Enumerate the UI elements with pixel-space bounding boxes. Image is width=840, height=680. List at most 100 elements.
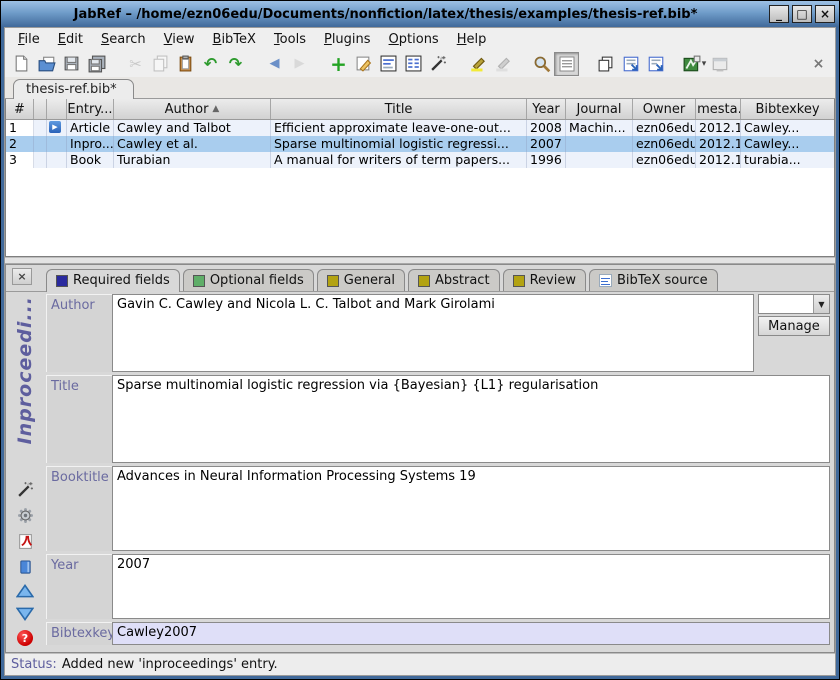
open-database-icon [38, 55, 56, 73]
manage-button[interactable]: Manage [758, 316, 830, 336]
table-row-3[interactable]: 3 Book Turabian A manual for writers of … [6, 152, 834, 168]
undo-button[interactable]: ↶ [198, 52, 223, 76]
push-to-application-icon [711, 55, 729, 73]
edit-preamble-button[interactable] [376, 52, 401, 76]
push-dropdown-icon: ▾ [702, 59, 707, 69]
duplicate-check-button[interactable] [593, 52, 618, 76]
minimize-button[interactable]: _ [769, 5, 789, 23]
open-linked-file-icon[interactable] [18, 559, 33, 575]
title-bar[interactable]: JabRef – /home/ezn06edu/Documents/nonfic… [1, 1, 839, 27]
column-header-timestamp[interactable]: Timesta... [696, 99, 741, 119]
menu-help[interactable]: Help [448, 30, 496, 49]
title-field-label: Title [46, 375, 112, 463]
table-empty-area [6, 168, 834, 256]
entry-editor: × Required fields Optional fields Genera… [5, 264, 835, 653]
open-url-button[interactable] [643, 52, 668, 76]
close-button[interactable]: × [815, 5, 835, 23]
tab-review[interactable]: Review [503, 269, 586, 291]
row2-year: 2007 [527, 136, 566, 152]
help-button[interactable]: ? [17, 630, 33, 646]
booktitle-field-input[interactable]: Advances in Neural Information Processin… [112, 466, 830, 552]
name-format-combobox[interactable]: ▼ [758, 294, 830, 314]
menu-edit[interactable]: Edit [49, 30, 92, 49]
row1-bibtexkey: Cawley... [741, 120, 834, 136]
maximize-button[interactable]: □ [792, 5, 812, 23]
column-header-bibtexkey[interactable]: Bibtexkey [741, 99, 834, 119]
tab-required-fields[interactable]: Required fields [46, 269, 180, 292]
toggle-preview-button[interactable] [554, 52, 579, 76]
row1-entrytype: Article [67, 120, 114, 136]
url-icon[interactable]: ▶ [49, 121, 61, 133]
redo-icon: ↷ [229, 56, 242, 72]
toolbar: ✂ ↶ ↷ ◀ ▶ + [5, 50, 835, 77]
tab-optional-fields[interactable]: Optional fields [183, 269, 314, 291]
year-field-input[interactable]: 2007 [112, 554, 830, 618]
bibtex-source-icon [599, 274, 612, 287]
row1-owner: ezn06edu [633, 120, 696, 136]
previous-entry-icon[interactable] [16, 584, 34, 598]
title-field-input[interactable]: Sparse multinomial logistic regression v… [112, 375, 830, 463]
next-entry-icon[interactable] [16, 607, 34, 621]
column-header-title[interactable]: Title [271, 99, 527, 119]
unmark-entries-button[interactable] [490, 52, 515, 76]
row3-ranking-cell [34, 152, 47, 168]
push-to-application-button[interactable] [707, 52, 732, 76]
tab-thesis-ref[interactable]: thesis-ref.bib* [13, 79, 134, 99]
review-tab-icon [513, 275, 525, 287]
toolbar-close-button[interactable]: × [806, 52, 831, 76]
year-field-label: Year [46, 554, 112, 618]
open-database-button[interactable] [34, 52, 59, 76]
menu-bibtex[interactable]: BibTeX [204, 30, 265, 49]
author-field-input[interactable]: Gavin C. Cawley and Nicola L. C. Talbot … [112, 294, 754, 372]
forward-button[interactable]: ▶ [287, 52, 312, 76]
paste-button[interactable] [173, 52, 198, 76]
back-button[interactable]: ◀ [262, 52, 287, 76]
autoset-gear-icon[interactable] [17, 507, 34, 524]
menu-file[interactable]: File [9, 30, 49, 49]
back-icon: ◀ [270, 56, 280, 71]
column-header-entrytype[interactable]: Entry... [67, 99, 114, 119]
save-database-button[interactable] [59, 52, 84, 76]
table-row-2-selected[interactable]: 2 Inpro... Cawley et al. Sparse multinom… [6, 136, 834, 152]
tab-abstract[interactable]: Abstract [408, 269, 500, 291]
column-header-journal[interactable]: Journal [566, 99, 633, 119]
menu-options[interactable]: Options [380, 30, 448, 49]
menu-view[interactable]: View [155, 30, 204, 49]
cut-button[interactable]: ✂ [123, 52, 148, 76]
tab-general[interactable]: General [317, 269, 405, 291]
push-to-lyx-button[interactable]: ▾ [682, 52, 707, 76]
new-entry-button[interactable]: + [326, 52, 351, 76]
cleanup-entries-button[interactable] [426, 52, 451, 76]
column-header-icon1[interactable] [34, 99, 47, 119]
open-url-icon [647, 55, 665, 73]
menu-tools[interactable]: Tools [265, 30, 315, 49]
open-file-button[interactable] [618, 52, 643, 76]
column-header-number[interactable]: # [6, 99, 34, 119]
column-header-icon2[interactable] [47, 99, 67, 119]
combobox-arrow-icon[interactable]: ▼ [813, 295, 829, 313]
table-row-1[interactable]: 1 ▶ Article Cawley and Talbot Efficient … [6, 120, 834, 136]
tab-bibtex-source[interactable]: BibTeX source [589, 269, 718, 291]
column-header-owner[interactable]: Owner [633, 99, 696, 119]
row2-author: Cawley et al. [114, 136, 271, 152]
write-pdf-icon[interactable] [17, 533, 34, 550]
save-all-button[interactable] [84, 52, 109, 76]
mark-entries-button[interactable] [465, 52, 490, 76]
column-header-author[interactable]: Author ▲ [114, 99, 271, 119]
splitter-handle[interactable] [5, 257, 835, 264]
menu-plugins[interactable]: Plugins [315, 30, 380, 49]
bibtexkey-field-input[interactable]: Cawley2007 [112, 622, 830, 645]
copy-button[interactable] [148, 52, 173, 76]
search-button[interactable] [529, 52, 554, 76]
edit-strings-button[interactable] [401, 52, 426, 76]
row1-url-cell[interactable]: ▶ [47, 120, 67, 136]
menu-search[interactable]: Search [92, 30, 155, 49]
redo-button[interactable]: ↷ [223, 52, 248, 76]
generate-key-wand-icon[interactable] [17, 481, 34, 498]
column-header-year[interactable]: Year [527, 99, 566, 119]
edit-entry-button[interactable] [351, 52, 376, 76]
cleanup-wand-icon [430, 55, 447, 72]
entry-editor-close-button[interactable]: × [12, 268, 32, 285]
bibtexkey-field-row: Bibtexkey Cawley2007 [46, 622, 830, 645]
new-database-button[interactable] [9, 52, 34, 76]
